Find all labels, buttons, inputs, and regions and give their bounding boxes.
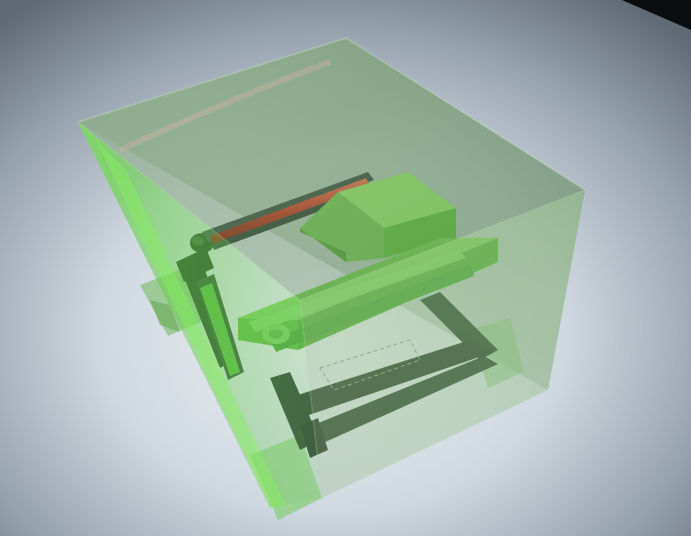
3d-viewport[interactable] <box>0 0 691 536</box>
scene-canvas[interactable] <box>0 0 691 536</box>
